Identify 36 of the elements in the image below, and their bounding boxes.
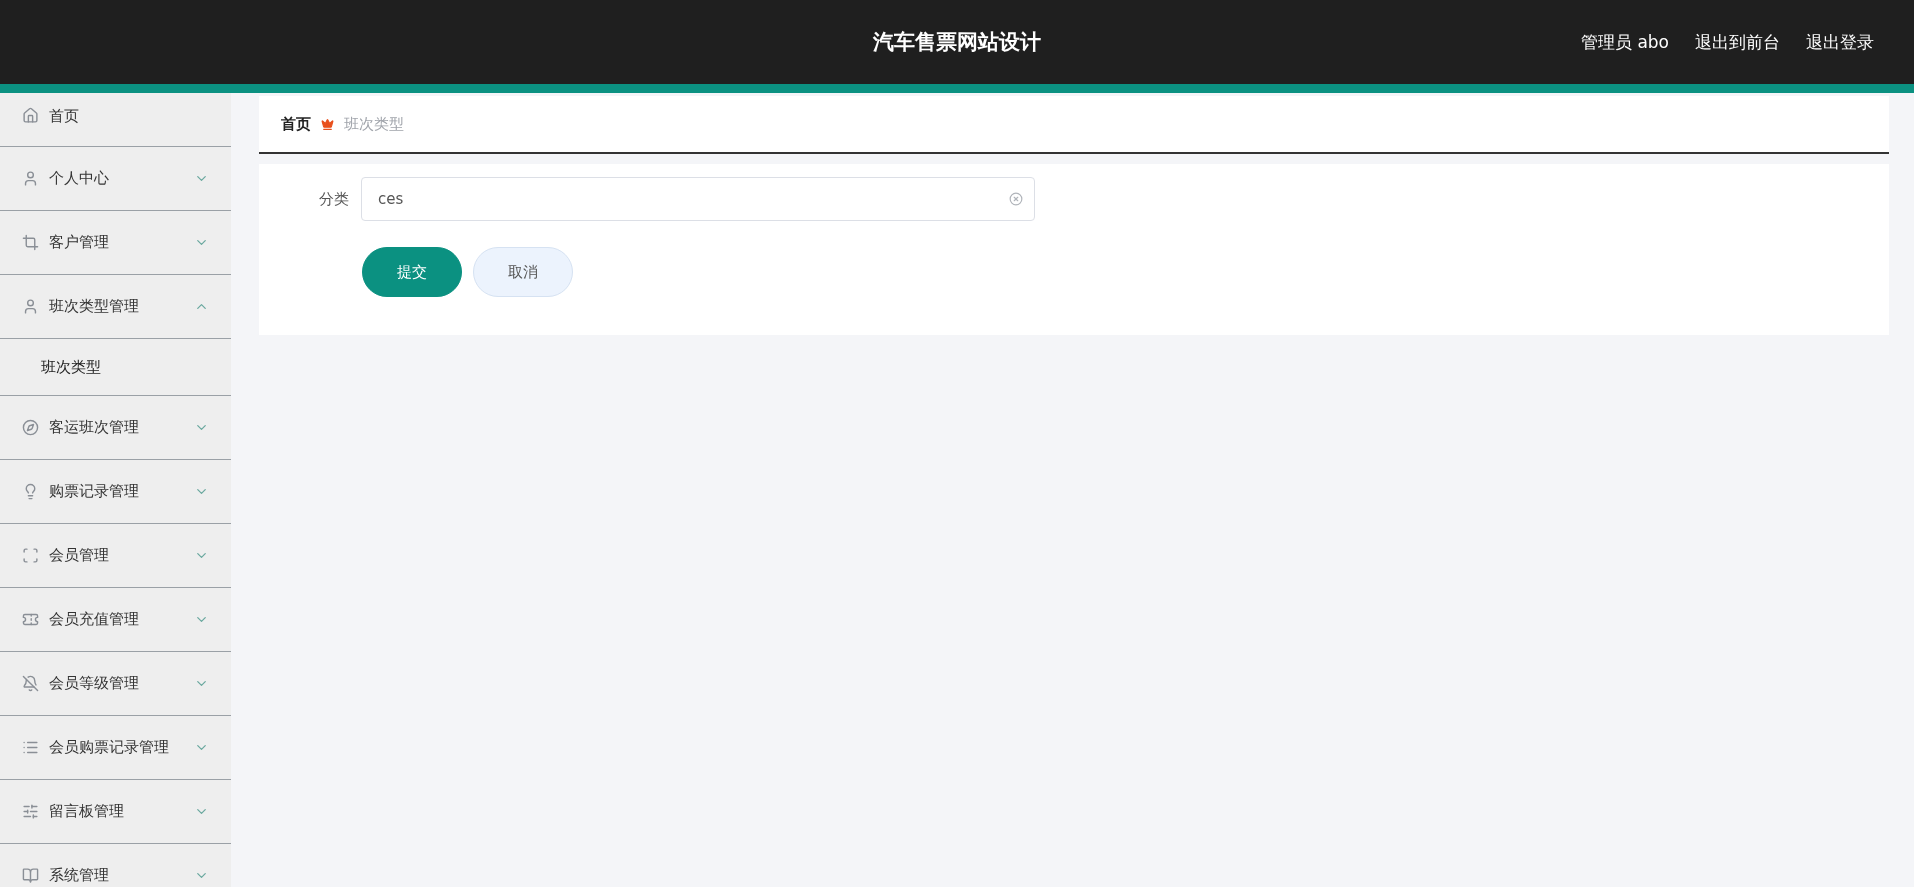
sidebar-item[interactable]: 会员管理 <box>0 524 231 588</box>
header-link[interactable]: 退出登录 <box>1806 30 1874 54</box>
input-field[interactable]: ces <box>361 177 1035 221</box>
menu-icon <box>22 298 39 315</box>
clear-icon[interactable] <box>1009 192 1023 206</box>
menu-icon <box>22 547 39 564</box>
cancel-button[interactable]: 取消 <box>473 247 573 297</box>
site-title: 汽车售票网站设计 <box>873 29 1041 56</box>
sidebar-item[interactable]: 客运班次管理 <box>0 396 231 460</box>
header-link[interactable]: 管理员 abo <box>1581 30 1669 54</box>
sidebar-item[interactable]: 会员等级管理 <box>0 652 231 716</box>
crown-icon <box>321 117 334 131</box>
breadcrumb-current: 班次类型 <box>344 114 404 134</box>
menu-icon <box>22 419 39 436</box>
menu-icon <box>22 611 39 628</box>
header-link[interactable]: 退出到前台 <box>1695 30 1780 54</box>
sidebar-item[interactable]: 系统管理 <box>0 844 231 887</box>
menu-icon <box>22 867 39 884</box>
sidebar-item[interactable]: 会员购票记录管理 <box>0 716 231 780</box>
menu-icon <box>22 675 39 692</box>
menu-icon <box>22 170 39 187</box>
sidebar-item[interactable]: 留言板管理 <box>0 780 231 844</box>
menu-icon <box>22 739 39 756</box>
sidebar-item[interactable]: 首页 <box>0 93 231 147</box>
menu-icon <box>22 107 39 124</box>
submit-button[interactable]: 提交 <box>362 247 462 297</box>
menu-icon <box>22 803 39 820</box>
sidebar-item[interactable]: 客户管理 <box>0 211 231 275</box>
menu-icon <box>22 234 39 251</box>
field-label: 分类 <box>318 189 349 209</box>
sidebar-item[interactable]: 购票记录管理 <box>0 460 231 524</box>
breadcrumb-link[interactable]: 首页 <box>281 114 311 134</box>
sidebar-item[interactable]: 个人中心 <box>0 147 231 211</box>
sidebar-item[interactable]: 会员充值管理 <box>0 588 231 652</box>
sidebar-item[interactable]: 班次类型管理 <box>0 275 231 339</box>
submenu-item[interactable]: 班次类型 <box>0 339 231 396</box>
